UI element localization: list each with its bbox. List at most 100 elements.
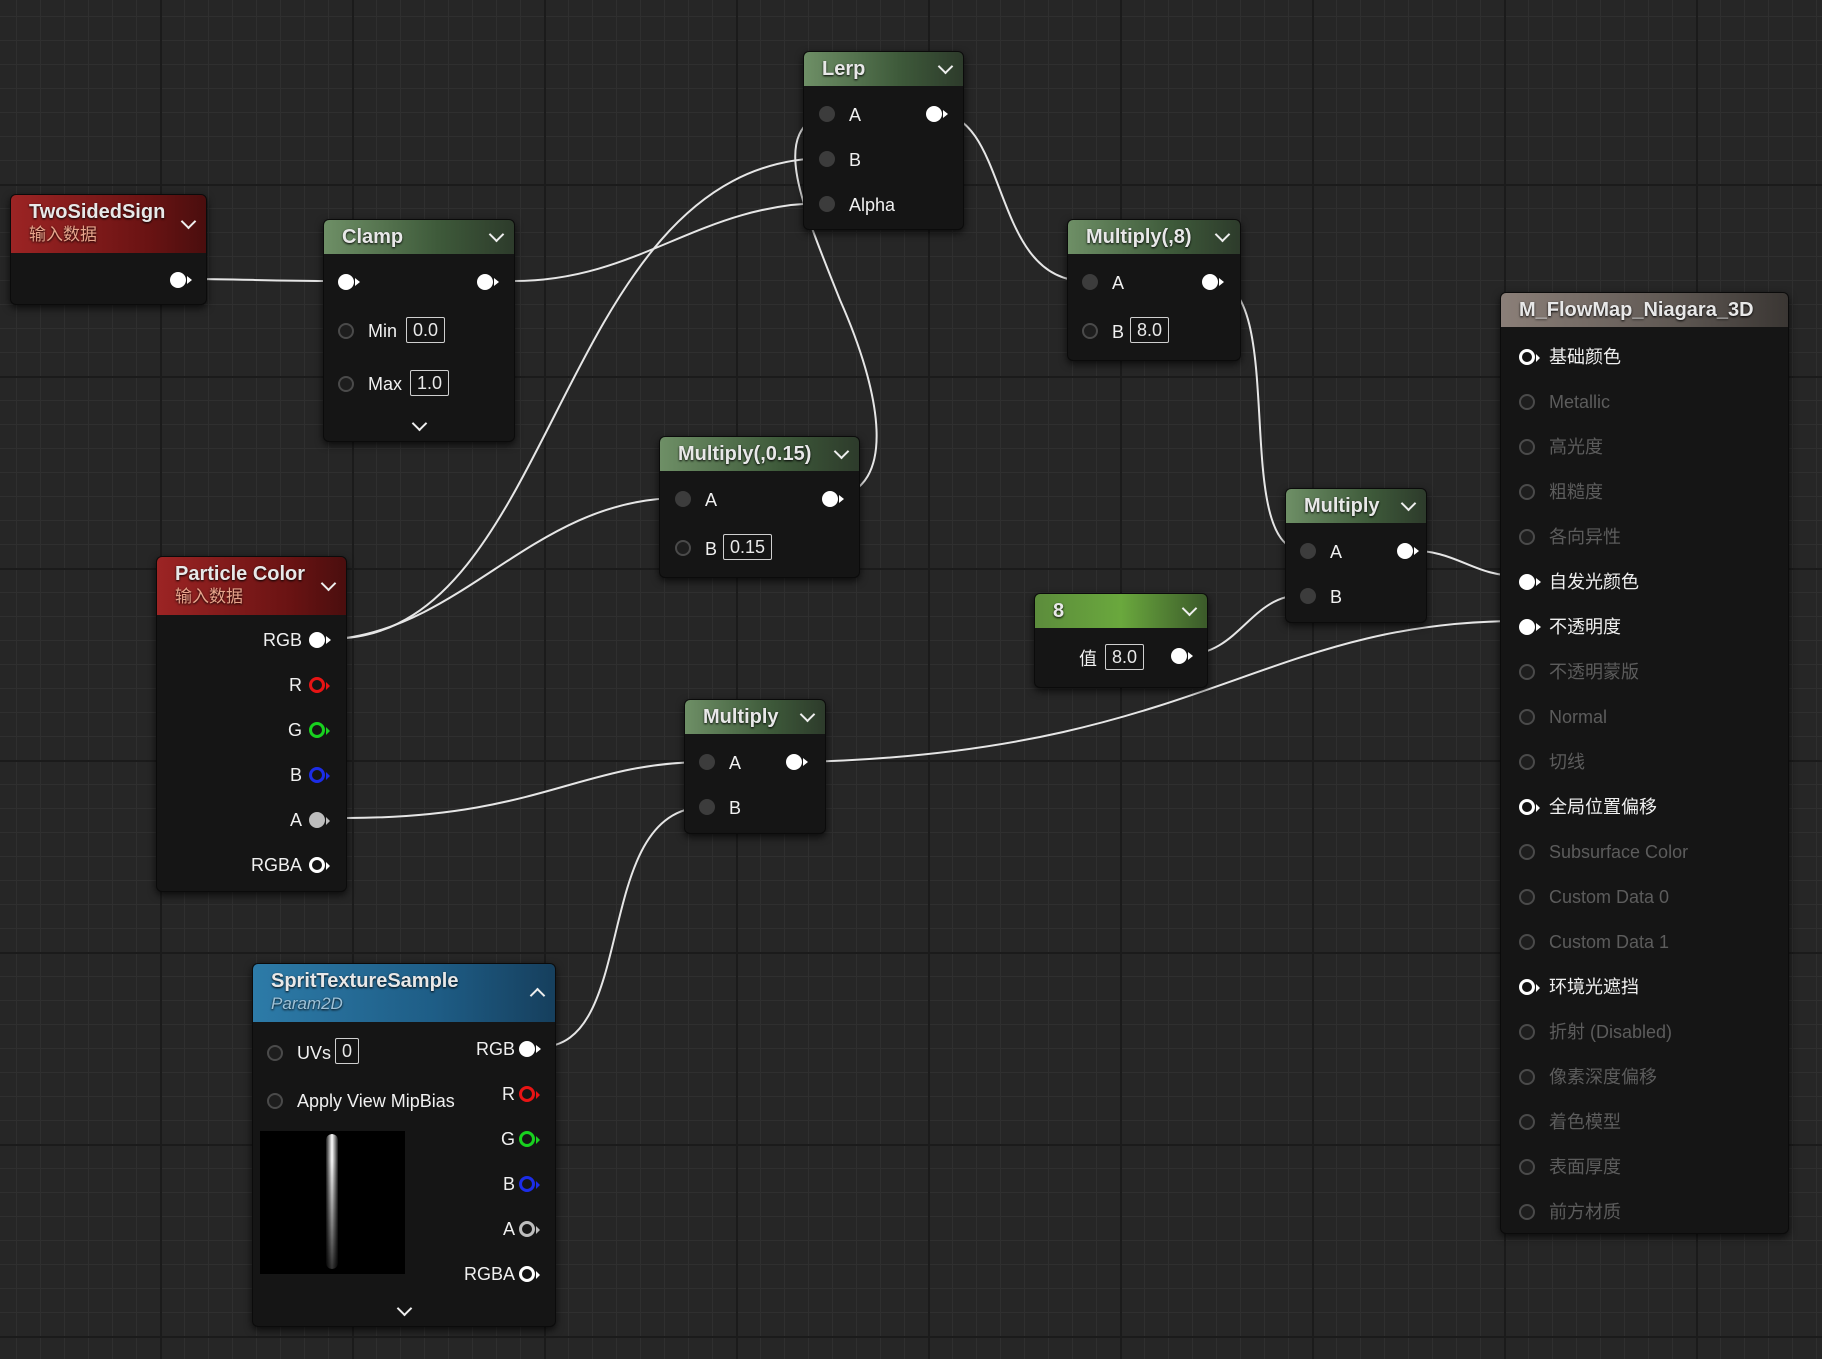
material-input-pin[interactable] (1519, 799, 1540, 815)
material-input-pin[interactable] (1519, 844, 1535, 860)
r-output-pin[interactable] (309, 677, 330, 693)
a-pin[interactable] (1082, 274, 1098, 290)
material-input-pin[interactable] (1519, 484, 1535, 500)
rgb-output-label: RGB (262, 630, 302, 650)
b-output-pin[interactable] (519, 1176, 540, 1192)
b-output-label: B (289, 765, 302, 785)
lerp-node[interactable]: Lerp A B Alpha (803, 51, 964, 230)
b-label: B (729, 798, 742, 818)
node-header[interactable]: Multiply (1286, 489, 1426, 523)
multiply-top-node[interactable]: Multiply A B (1285, 488, 1427, 623)
a-pin[interactable] (819, 106, 835, 122)
two-sided-sign-node[interactable]: TwoSidedSign 输入数据 (10, 194, 207, 305)
material-input-pin[interactable] (1519, 1024, 1535, 1040)
material-input-pin[interactable] (1519, 529, 1535, 545)
constant-8-node[interactable]: 8 值 8.0 (1034, 593, 1208, 688)
node-header[interactable]: Multiply(,0.15) (660, 437, 859, 471)
a-pin[interactable] (699, 754, 715, 770)
node-header[interactable]: TwoSidedSign 输入数据 (11, 195, 206, 253)
output-pin[interactable] (1171, 648, 1193, 664)
r-output-pin[interactable] (519, 1086, 540, 1102)
material-input-pin[interactable] (1519, 439, 1535, 455)
rgb-output-label: RGB (475, 1039, 515, 1059)
chevron-down-icon[interactable] (1400, 495, 1417, 512)
rgba-output-pin[interactable] (309, 857, 330, 873)
material-input-pin[interactable] (1519, 1159, 1535, 1175)
output-pin[interactable] (477, 274, 499, 290)
material-input-pin[interactable] (1519, 394, 1535, 410)
node-header[interactable]: Clamp (324, 220, 514, 254)
output-pin[interactable] (170, 272, 192, 288)
material-input-pin[interactable] (1519, 349, 1540, 365)
min-pin[interactable] (338, 323, 354, 339)
output-pin[interactable] (1202, 274, 1224, 290)
material-input-pin[interactable] (1519, 619, 1541, 635)
material-input-pin[interactable] (1519, 1204, 1535, 1220)
material-input-pin[interactable] (1519, 889, 1535, 905)
a-pin[interactable] (1300, 543, 1316, 559)
b-pin[interactable] (675, 540, 691, 556)
chevron-down-icon[interactable] (1214, 226, 1231, 243)
max-value-field[interactable]: 1.0 (410, 370, 450, 396)
mipbias-pin[interactable] (267, 1093, 283, 1109)
b-output-pin[interactable] (309, 767, 330, 783)
chevron-down-icon[interactable] (833, 443, 850, 460)
b-value-field[interactable]: 0.15 (723, 534, 773, 560)
chevron-down-icon[interactable] (937, 58, 954, 75)
b-value-field[interactable]: 8.0 (1130, 317, 1170, 343)
material-input-pin[interactable] (1519, 934, 1535, 950)
chevron-down-icon[interactable] (799, 706, 816, 723)
material-input-pin[interactable] (1519, 574, 1541, 590)
material-input-pin[interactable] (1519, 664, 1535, 680)
rgb-output-pin[interactable] (519, 1041, 541, 1057)
output-pin[interactable] (926, 106, 948, 122)
a-output-pin[interactable] (309, 812, 330, 828)
node-header[interactable]: Multiply (685, 700, 825, 734)
g-output-pin[interactable] (309, 722, 330, 738)
material-input-pin[interactable] (1519, 1114, 1535, 1130)
b-pin[interactable] (1082, 323, 1098, 339)
chevron-down-icon[interactable] (1181, 600, 1198, 617)
b-pin[interactable] (1300, 588, 1316, 604)
min-value-field[interactable]: 0.0 (406, 317, 446, 343)
uvs-pin[interactable] (267, 1045, 283, 1061)
expand-chevron-icon[interactable] (411, 415, 428, 432)
b-pin[interactable] (699, 799, 715, 815)
g-output-pin[interactable] (519, 1131, 540, 1147)
material-input-pin[interactable] (1519, 709, 1535, 725)
g-output-label: G (500, 1129, 515, 1149)
node-header[interactable]: SpritTextureSample Param2D (253, 964, 555, 1022)
output-pin[interactable] (786, 754, 808, 770)
uvs-value-field[interactable]: 0 (335, 1038, 360, 1064)
chevron-down-icon[interactable] (488, 226, 505, 243)
output-pin[interactable] (1397, 543, 1419, 559)
node-header[interactable]: Multiply(,8) (1068, 220, 1240, 254)
b-pin[interactable] (819, 151, 835, 167)
node-title: TwoSidedSign (29, 201, 166, 223)
sprite-texture-sample-node[interactable]: SpritTextureSample Param2D UVs 0 Apply V… (252, 963, 556, 1327)
multiply-015-node[interactable]: Multiply(,0.15) A B 0.15 (659, 436, 860, 578)
multiply-8-node[interactable]: Multiply(,8) A B 8.0 (1067, 219, 1241, 361)
node-title: Multiply (1304, 495, 1380, 517)
rgb-output-pin[interactable] (309, 632, 331, 648)
input-pin[interactable] (338, 274, 360, 290)
material-input-pin[interactable] (1519, 979, 1540, 995)
rgba-output-pin[interactable] (519, 1266, 540, 1282)
multiply-bottom-node[interactable]: Multiply A B (684, 699, 826, 834)
expand-chevron-icon[interactable] (396, 1300, 413, 1317)
output-pin[interactable] (822, 491, 844, 507)
node-header[interactable]: Particle Color 输入数据 (157, 557, 346, 615)
a-output-pin[interactable] (519, 1221, 540, 1237)
particle-color-node[interactable]: Particle Color 输入数据 RGB R G B A RGBA (156, 556, 347, 892)
node-header[interactable]: M_FlowMap_Niagara_3D (1501, 293, 1788, 327)
material-output-node[interactable]: M_FlowMap_Niagara_3D 基础颜色 Metallic 高光度 粗糙度各… (1500, 292, 1789, 1234)
node-header[interactable]: Lerp (804, 52, 963, 86)
node-header[interactable]: 8 (1035, 594, 1207, 628)
material-input-pin[interactable] (1519, 1069, 1535, 1085)
max-pin[interactable] (338, 376, 354, 392)
a-pin[interactable] (675, 491, 691, 507)
material-input-pin[interactable] (1519, 754, 1535, 770)
clamp-node[interactable]: Clamp Min 0.0 Max 1.0 (323, 219, 515, 442)
value-field[interactable]: 8.0 (1105, 644, 1145, 670)
alpha-pin[interactable] (819, 196, 835, 212)
